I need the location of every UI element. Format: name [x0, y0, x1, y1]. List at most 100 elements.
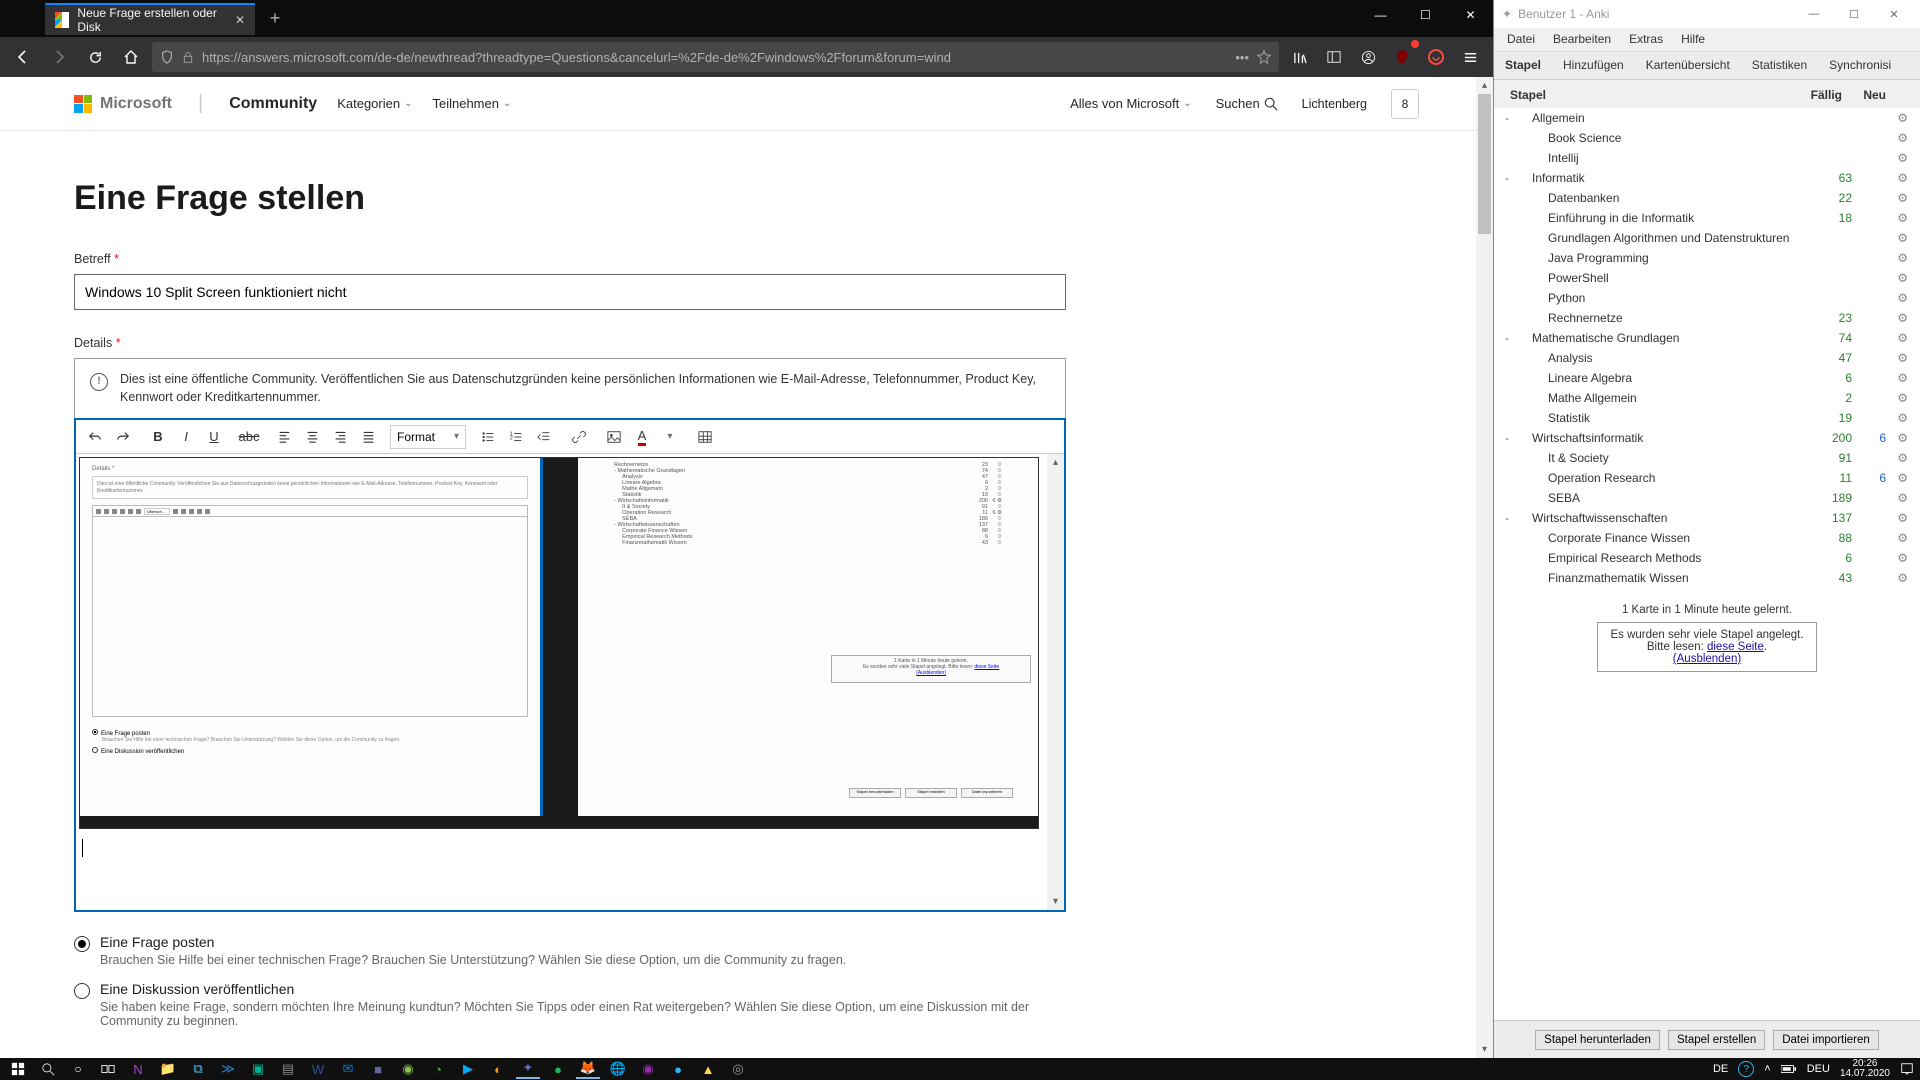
taskbar-app[interactable]: ● [546, 1059, 570, 1079]
browser-tab-active[interactable]: Neue Frage erstellen oder Disk ✕ [45, 3, 255, 35]
gear-icon[interactable]: ⚙ [1886, 511, 1908, 525]
bullet-list-button[interactable] [475, 424, 501, 450]
align-left-button[interactable] [271, 424, 297, 450]
taskbar-app[interactable]: ◎ [726, 1059, 750, 1079]
tray-chevron-icon[interactable]: ˄ [1764, 1063, 1770, 1075]
deck-row[interactable]: Statistik19⚙ [1494, 408, 1920, 428]
deck-row[interactable]: -Allgemein⚙ [1494, 108, 1920, 128]
gear-icon[interactable]: ⚙ [1886, 171, 1908, 185]
gear-icon[interactable]: ⚙ [1886, 131, 1908, 145]
deck-row[interactable]: Rechnernetze23⚙ [1494, 308, 1920, 328]
lock-icon[interactable] [182, 51, 194, 63]
deck-row[interactable]: Datenbanken22⚙ [1494, 188, 1920, 208]
gear-icon[interactable]: ⚙ [1886, 271, 1908, 285]
font-color-button[interactable]: A [629, 424, 655, 450]
taskbar-app[interactable]: ◐ [486, 1059, 510, 1079]
editor-body[interactable]: Details * Dies ist eine öffentliche Comm… [76, 454, 1064, 910]
notifications-icon[interactable] [1900, 1062, 1914, 1076]
gear-icon[interactable]: ⚙ [1886, 311, 1908, 325]
strike-button[interactable]: abc [236, 424, 262, 450]
gear-icon[interactable]: ⚙ [1886, 291, 1908, 305]
radio-question[interactable] [74, 936, 90, 952]
taskbar-app[interactable]: ◔ [426, 1059, 450, 1079]
bookmark-star-icon[interactable] [1257, 50, 1271, 64]
align-right-button[interactable] [327, 424, 353, 450]
tab-statistiken[interactable]: Statistiken [1741, 52, 1818, 79]
maximize-button[interactable]: ☐ [1836, 3, 1872, 25]
nav-participate[interactable]: Teilnehmen⌄ [432, 96, 511, 111]
deck-row[interactable]: Python⚙ [1494, 288, 1920, 308]
hide-link[interactable]: (Ausblenden) [1673, 653, 1741, 665]
deck-row[interactable]: -Wirtschaftsinformatik2006⚙ [1494, 428, 1920, 448]
subject-input[interactable] [74, 274, 1066, 310]
taskbar-app[interactable]: ≫ [216, 1059, 240, 1079]
gear-icon[interactable]: ⚙ [1886, 571, 1908, 585]
close-button[interactable]: ✕ [1448, 0, 1493, 30]
taskbar-app[interactable]: ▲ [696, 1059, 720, 1079]
taskview-icon[interactable] [96, 1059, 120, 1079]
page-action-dots[interactable]: ••• [1235, 50, 1249, 65]
input-indicator[interactable]: DE [1713, 1063, 1728, 1075]
taskbar-app[interactable]: ▣ [246, 1059, 270, 1079]
tab-kartenübersicht[interactable]: Kartenübersicht [1635, 52, 1741, 79]
expand-toggle[interactable]: - [1500, 431, 1514, 445]
taskbar-app[interactable]: ◉ [396, 1059, 420, 1079]
gear-icon[interactable]: ⚙ [1886, 451, 1908, 465]
tab-synchronisi[interactable]: Synchronisi [1818, 52, 1902, 79]
search-icon[interactable] [36, 1059, 60, 1079]
taskbar-app[interactable]: ⧉ [186, 1059, 210, 1079]
deck-row[interactable]: It & Society91⚙ [1494, 448, 1920, 468]
new-tab-button[interactable]: + [259, 3, 291, 35]
gear-icon[interactable]: ⚙ [1886, 431, 1908, 445]
microsoft-logo[interactable]: Microsoft [74, 95, 172, 113]
numbered-list-button[interactable]: 12 [503, 424, 529, 450]
ublock-icon[interactable] [1387, 42, 1417, 72]
redo-button[interactable] [110, 424, 136, 450]
taskbar-app[interactable]: 📁 [156, 1059, 180, 1079]
italic-button[interactable]: I [173, 424, 199, 450]
search-button[interactable]: Suchen [1216, 96, 1278, 111]
embedded-screenshot[interactable]: Details * Dies ist eine öffentliche Comm… [79, 457, 1039, 829]
keyboard-layout[interactable]: DEU [1807, 1063, 1830, 1075]
menu-extras[interactable]: Extras [1620, 28, 1672, 51]
align-center-button[interactable] [299, 424, 325, 450]
start-button[interactable] [6, 1059, 30, 1079]
menu-bearbeiten[interactable]: Bearbeiten [1544, 28, 1620, 51]
sidebar-icon[interactable] [1319, 42, 1349, 72]
outdent-button[interactable] [531, 424, 557, 450]
deck-row[interactable]: Grundlagen Algorithmen und Datenstruktur… [1494, 228, 1920, 248]
taskbar-app[interactable]: 🌐 [606, 1059, 630, 1079]
deck-row[interactable]: Java Programming⚙ [1494, 248, 1920, 268]
gear-icon[interactable]: ⚙ [1886, 371, 1908, 385]
gear-icon[interactable]: ⚙ [1886, 211, 1908, 225]
deck-row[interactable]: Corporate Finance Wissen88⚙ [1494, 528, 1920, 548]
gear-icon[interactable]: ⚙ [1886, 391, 1908, 405]
help-icon[interactable]: ? [1738, 1061, 1754, 1077]
gear-icon[interactable]: ⚙ [1886, 471, 1908, 485]
taskbar-app[interactable]: ✉ [336, 1059, 360, 1079]
minimize-button[interactable]: — [1796, 3, 1832, 25]
align-justify-button[interactable] [355, 424, 381, 450]
radio-discussion[interactable] [74, 983, 90, 999]
community-link[interactable]: Community [229, 95, 317, 113]
undo-button[interactable] [82, 424, 108, 450]
download-decks-button[interactable]: Stapel herunterladen [1535, 1030, 1660, 1050]
gear-icon[interactable]: ⚙ [1886, 231, 1908, 245]
shield-icon[interactable] [160, 50, 174, 64]
forward-button[interactable] [44, 42, 74, 72]
deck-row[interactable]: SEBA189⚙ [1494, 488, 1920, 508]
import-file-button[interactable]: Datei importieren [1773, 1030, 1879, 1050]
battery-icon[interactable] [1781, 1064, 1797, 1074]
cortana-icon[interactable]: ○ [66, 1059, 90, 1079]
image-button[interactable] [601, 424, 627, 450]
expand-toggle[interactable]: - [1500, 111, 1514, 125]
deck-row[interactable]: Empirical Research Methods6⚙ [1494, 548, 1920, 568]
expand-toggle[interactable]: - [1500, 511, 1514, 525]
taskbar-app[interactable]: ▤ [276, 1059, 300, 1079]
create-deck-button[interactable]: Stapel erstellen [1668, 1030, 1765, 1050]
deck-row[interactable]: Intellij⚙ [1494, 148, 1920, 168]
link-button[interactable] [566, 424, 592, 450]
gear-icon[interactable]: ⚙ [1886, 331, 1908, 345]
maximize-button[interactable]: ☐ [1403, 0, 1448, 30]
taskbar-app[interactable]: ▶ [456, 1059, 480, 1079]
